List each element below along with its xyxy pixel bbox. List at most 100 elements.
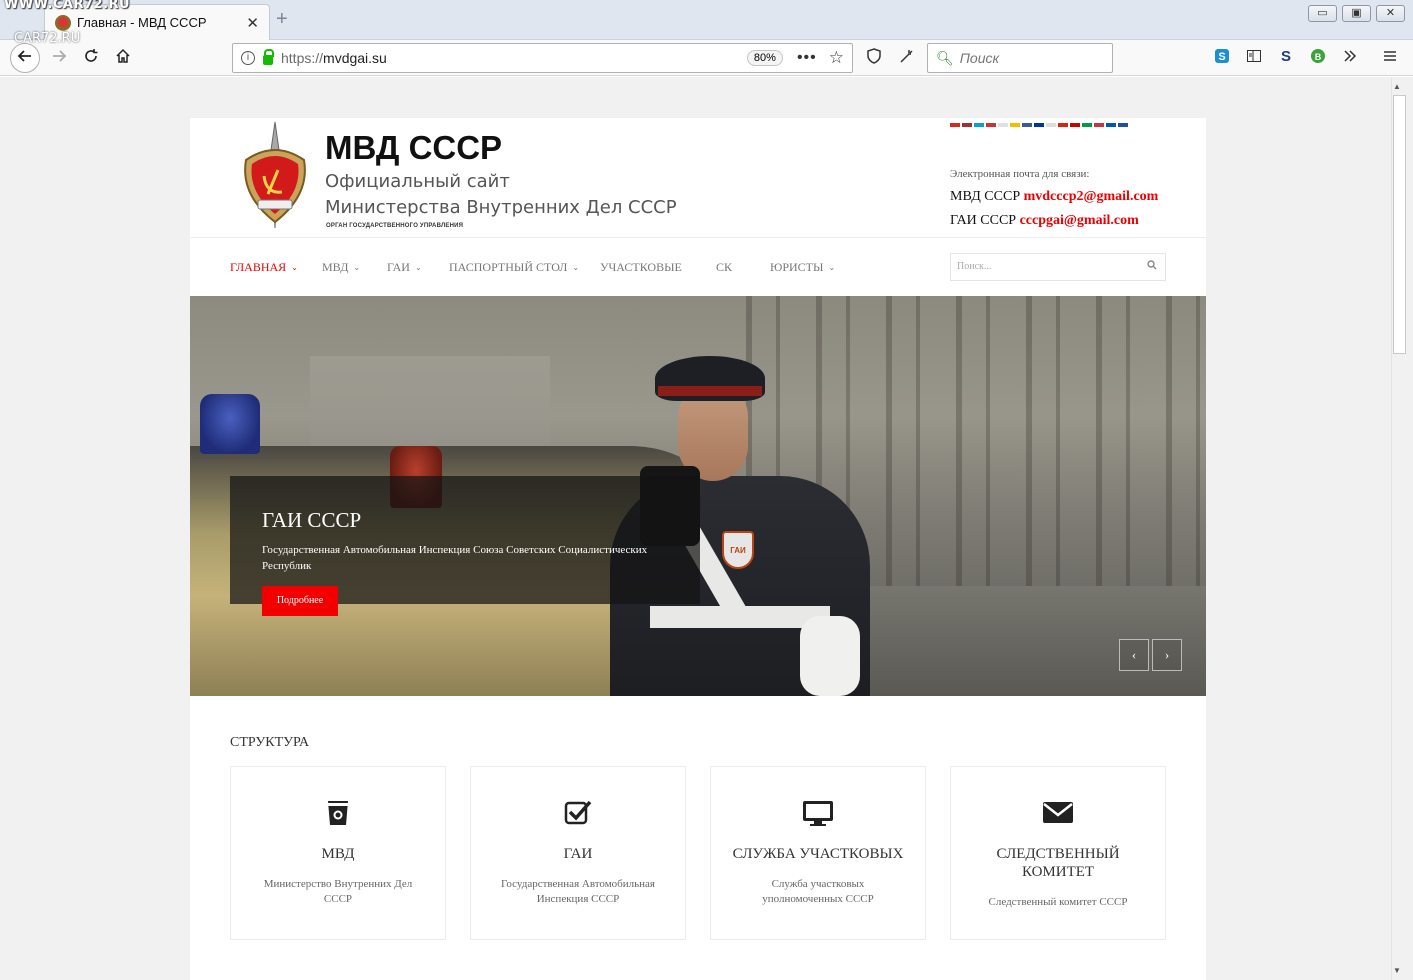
- contact-mvd-prefix: МВД СССР: [950, 189, 1021, 204]
- hamburger-menu-icon[interactable]: [1380, 48, 1400, 69]
- language-flag-icon[interactable]: [962, 123, 972, 131]
- minimize-button[interactable]: ▭: [1308, 5, 1337, 22]
- page-actions-icon[interactable]: •••: [797, 49, 817, 67]
- card-gai[interactable]: ГАИ Государственная Автомобильная Инспек…: [470, 766, 686, 940]
- monitor-icon: [711, 799, 925, 829]
- menu-item-mvd[interactable]: МВД ⌄: [322, 260, 360, 275]
- gai-badge: ГАИ: [722, 531, 754, 569]
- extension-s-icon[interactable]: S: [1276, 48, 1296, 69]
- menu-item-label: Главная: [230, 260, 287, 274]
- contact-gai-email-link[interactable]: cccpgai@gmail.com: [1020, 213, 1139, 228]
- contact-gai: ГАИ СССР cccpgai@gmail.com: [950, 213, 1139, 229]
- close-window-button[interactable]: ✕: [1376, 5, 1405, 22]
- language-flag-icon[interactable]: [1034, 123, 1044, 131]
- browser-search-placeholder: Поиск: [959, 50, 1000, 66]
- slider-next-button[interactable]: ›: [1152, 639, 1182, 671]
- slide-title: ГАИ СССР: [262, 508, 362, 532]
- contact-mvd-email-link[interactable]: mvdcccp2@gmail.com: [1024, 189, 1159, 204]
- skype-icon[interactable]: S: [1212, 48, 1232, 69]
- site-search-placeholder: Поиск...: [957, 261, 992, 272]
- new-tab-button[interactable]: +: [276, 8, 288, 31]
- extension-wand-icon[interactable]: [896, 48, 916, 69]
- envelope-icon: [951, 799, 1165, 829]
- more-button[interactable]: Подробнее: [262, 586, 338, 616]
- home-button[interactable]: [110, 46, 136, 70]
- maximize-button[interactable]: ▣: [1342, 5, 1371, 22]
- card-title: Служба участковых: [732, 846, 904, 862]
- menu-item-passport[interactable]: Паспортный стол ⌄: [449, 260, 579, 275]
- language-flag-icon[interactable]: [1094, 123, 1104, 131]
- chevron-down-icon: ⌄: [353, 263, 361, 272]
- card-investigative-committee[interactable]: Следственный комитет Следственный комите…: [950, 766, 1166, 940]
- back-arrow-icon: [17, 50, 31, 62]
- menu-item-main[interactable]: Главная ⌄: [230, 260, 298, 275]
- browser-search-input[interactable]: 🔍︎ Поиск: [927, 43, 1113, 73]
- scroll-down-icon[interactable]: ▼: [1393, 966, 1401, 975]
- svg-text:S: S: [1218, 51, 1225, 63]
- site-page: МВД СССР Официальный сайт Министерства В…: [190, 118, 1206, 980]
- url-text[interactable]: https://mvdgai.su: [281, 50, 747, 66]
- language-flag-icon[interactable]: [1022, 123, 1032, 131]
- card-description: Государственная Автомобильная Инспекция …: [501, 878, 655, 905]
- slider-prev-button[interactable]: ‹: [1119, 639, 1149, 671]
- shield-icon[interactable]: [864, 48, 884, 69]
- menu-item-label: ГАИ: [387, 260, 410, 274]
- site-search-input[interactable]: Поиск...: [950, 253, 1166, 281]
- extension-b-icon[interactable]: B: [1308, 48, 1328, 69]
- card-mvd[interactable]: МВД Министерство Внутренних Дел СССР: [230, 766, 446, 940]
- scroll-up-icon[interactable]: ▲: [1393, 82, 1401, 91]
- site-subtitle-1: Официальный сайт: [325, 171, 510, 192]
- page-info-icon[interactable]: i: [241, 51, 255, 65]
- slide-text: Государственная Автомобильная Инспекция …: [262, 544, 648, 572]
- secure-lock-icon[interactable]: [263, 49, 274, 65]
- main-menu: Главная ⌄ МВД ⌄ ГАИ ⌄ Паспортный стол ⌄ Учас…: [190, 238, 1206, 296]
- language-flag-icon[interactable]: [1082, 123, 1092, 131]
- menu-item-label: СК: [716, 260, 733, 274]
- search-icon: 🔍︎: [936, 49, 954, 66]
- tab-close-icon[interactable]: ✕: [246, 14, 259, 32]
- watermark-side-text: CAR72.RU: [14, 31, 81, 46]
- search-icon[interactable]: [1147, 260, 1157, 273]
- scrollbar-thumb[interactable]: [1393, 95, 1406, 354]
- tab-title: Главная - МВД СССР: [77, 15, 207, 30]
- officer-glove: [800, 616, 860, 696]
- svg-text:S: S: [1281, 48, 1291, 64]
- chevron-down-icon: ⌄: [828, 263, 836, 272]
- language-flag-icon[interactable]: [1118, 123, 1128, 131]
- menu-item-sk[interactable]: СК: [716, 260, 732, 275]
- back-button[interactable]: [10, 43, 40, 73]
- card-description: Министерство Внутренних Дел СССР: [263, 878, 413, 905]
- card-district-service[interactable]: Служба участковых Служба участковых упол…: [710, 766, 926, 940]
- overflow-chevron-icon[interactable]: [1340, 48, 1360, 69]
- address-bar[interactable]: i https://mvdgai.su 80% ••• ☆: [232, 43, 853, 73]
- language-flag-icon[interactable]: [974, 123, 984, 131]
- structure-heading: Структура: [230, 735, 310, 750]
- svg-text:B: B: [1315, 52, 1322, 62]
- language-flag-icon[interactable]: [998, 123, 1008, 131]
- language-flag-icon[interactable]: [1106, 123, 1116, 131]
- language-flags: [950, 123, 1128, 131]
- language-flag-icon[interactable]: [1046, 123, 1056, 131]
- chevron-down-icon: ⌄: [572, 263, 580, 272]
- menu-item-district[interactable]: Участковые: [600, 260, 682, 275]
- hero-slider: ГАИ ГАИ СССР Государственная Автомобильн…: [190, 296, 1206, 696]
- reload-button[interactable]: [78, 46, 104, 70]
- url-host: mvdgai.su: [323, 50, 387, 66]
- language-flag-icon[interactable]: [950, 123, 960, 131]
- menu-item-gai[interactable]: ГАИ ⌄: [387, 260, 422, 275]
- menu-item-lawyers[interactable]: Юристы ⌄: [770, 260, 835, 275]
- window-controls: ▭ ▣ ✕: [1308, 5, 1405, 22]
- bookmark-star-icon[interactable]: ☆: [829, 48, 844, 68]
- reload-icon: [85, 49, 98, 62]
- menu-item-label: Участковые: [600, 260, 682, 274]
- chevron-down-icon: ⌄: [291, 263, 298, 272]
- language-flag-icon[interactable]: [1010, 123, 1020, 131]
- language-flag-icon[interactable]: [1058, 123, 1068, 131]
- police-cap-icon: [231, 799, 445, 829]
- slide-blue-light: [200, 394, 260, 454]
- language-flag-icon[interactable]: [986, 123, 996, 131]
- zoom-indicator[interactable]: 80%: [746, 50, 783, 66]
- forward-button[interactable]: [46, 46, 72, 70]
- language-flag-icon[interactable]: [1070, 123, 1080, 131]
- sidebar-toggle-icon[interactable]: [1244, 48, 1264, 69]
